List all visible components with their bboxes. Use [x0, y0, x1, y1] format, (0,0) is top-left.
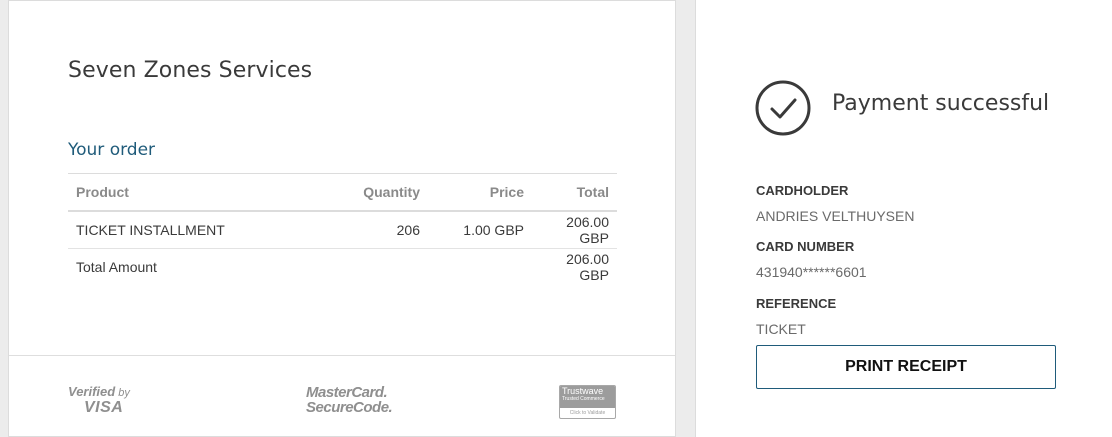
cardholder-label: CARDHOLDER — [756, 183, 849, 198]
merchant-name: Seven Zones Services — [68, 58, 313, 83]
order-summary-panel: Seven Zones Services Your order Product … — [8, 0, 676, 437]
trustwave-seal[interactable]: Trustwave Trusted Commerce Click to Vali… — [559, 385, 616, 419]
table-row: TICKET INSTALLMENT 206 1.00 GBP 206.00 G… — [68, 211, 617, 249]
payment-status-panel: Payment successful CARDHOLDER ANDRIES VE… — [695, 0, 1112, 437]
item-quantity: 206 — [324, 211, 428, 249]
total-amount-label: Total Amount — [76, 259, 157, 275]
payment-status-title: Payment successful — [832, 91, 1050, 116]
order-title: Your order — [68, 140, 156, 160]
print-receipt-button[interactable]: PRINT RECEIPT — [756, 345, 1056, 389]
item-product: TICKET INSTALLMENT — [68, 211, 324, 249]
verified-by-visa-logo: Verified by VISA — [68, 384, 130, 416]
mastercard-securecode-logo: MasterCard. SecureCode. — [306, 384, 393, 416]
total-amount-value: 206.00 GBP — [566, 251, 609, 283]
column-header-price: Price — [428, 173, 532, 212]
table-header-row: Product Quantity Price Total — [68, 173, 617, 212]
card-number-label: CARD NUMBER — [756, 239, 855, 254]
footer-divider — [9, 355, 675, 356]
card-number-value: 431940******6601 — [756, 264, 867, 280]
column-header-quantity: Quantity — [324, 173, 428, 212]
payment-page: Seven Zones Services Your order Product … — [0, 0, 1112, 437]
item-total: 206.00 GBP — [532, 211, 617, 249]
reference-label: REFERENCE — [756, 296, 837, 311]
order-table: Product Quantity Price Total TICKET INST… — [68, 173, 617, 285]
checkmark-circle-icon — [755, 80, 811, 136]
total-row: Total Amount 206.00 GBP — [68, 249, 617, 286]
cardholder-value: ANDRIES VELTHUYSEN — [756, 208, 915, 224]
item-price: 1.00 GBP — [428, 211, 532, 249]
column-header-product: Product — [68, 173, 324, 212]
reference-value: TICKET — [756, 321, 806, 337]
column-header-total: Total — [532, 173, 617, 212]
